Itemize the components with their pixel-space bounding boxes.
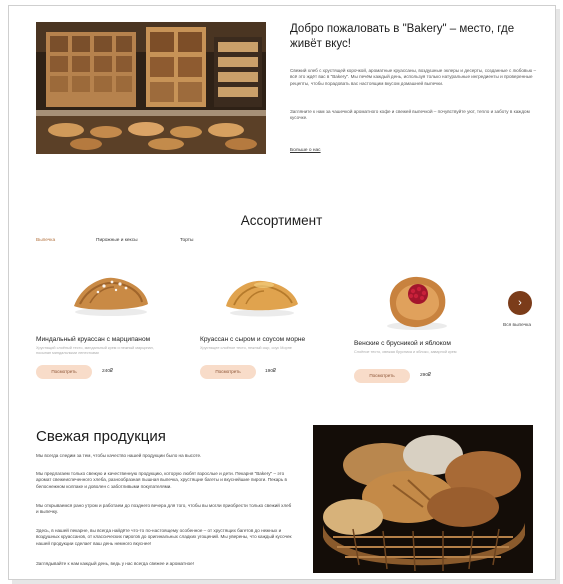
fresh-paragraph-2: Мы предлагаем только свежую и качественн… [36,471,287,489]
fresh-paragraph-1: Мы всегда следим за тем, чтобы качество … [36,453,202,458]
product-name: Круассан с сыром и соусом морне [200,336,306,343]
hero-paragraph-1: Свежий хлеб с хрустящей корочкой, аромат… [290,68,537,86]
product-desc: Хрустящее слоёное тесто, нежный сыр, соу… [200,346,292,350]
next-arrow-button[interactable]: › [508,291,532,315]
chevron-right-icon: › [518,297,522,309]
bread-basket-image [313,425,533,573]
product-price: 290₽ [420,373,432,378]
fresh-title: Свежая продукция [36,428,166,445]
product-desc: Слоёное тесто, свежая брусника и яблоко,… [354,350,457,354]
product-image-lingonberry-pastry[interactable] [382,272,452,332]
tab-tortes[interactable]: Торты [180,238,193,243]
product-name: Венские с брусникой и яблоком [354,340,451,347]
view-button[interactable]: Посмотреть [36,365,92,379]
hero-bakery-image [36,22,266,154]
product-image-cheese-croissant[interactable] [222,276,302,318]
product-image-almond-croissant[interactable] [68,272,154,318]
hero-title: Добро пожаловать в "Bakery" – место, где… [290,23,515,50]
tab-cakes-cupcakes[interactable]: Пирожные и кексы [96,238,138,243]
see-all-pastry-link[interactable]: Вся выпечка [503,323,531,328]
about-link[interactable]: Больше о нас [290,148,321,153]
product-desc: Хрустящий слоёный тесто, миндальный крем… [36,346,154,355]
view-button[interactable]: Посмотреть [200,365,256,379]
product-price: 240₽ [102,369,114,374]
fresh-paragraph-4: Здесь, в нашей пекарне, вы всегда найдёт… [36,528,292,546]
hero-paragraph-2: Загляните к нам за чашечкой ароматного к… [290,109,530,121]
view-button[interactable]: Посмотреть [354,369,410,383]
product-name: Миндальный круассан с марципаном [36,336,151,343]
tab-pastry[interactable]: Выпечка [36,238,55,243]
fresh-paragraph-5: Заглядывайте к нам каждый день, ведь у н… [36,561,194,566]
fresh-paragraph-3: Мы открываемся рано утром и работаем до … [36,503,292,515]
assortment-title: Ассортимент [240,213,323,228]
product-price: 190₽ [265,369,277,374]
